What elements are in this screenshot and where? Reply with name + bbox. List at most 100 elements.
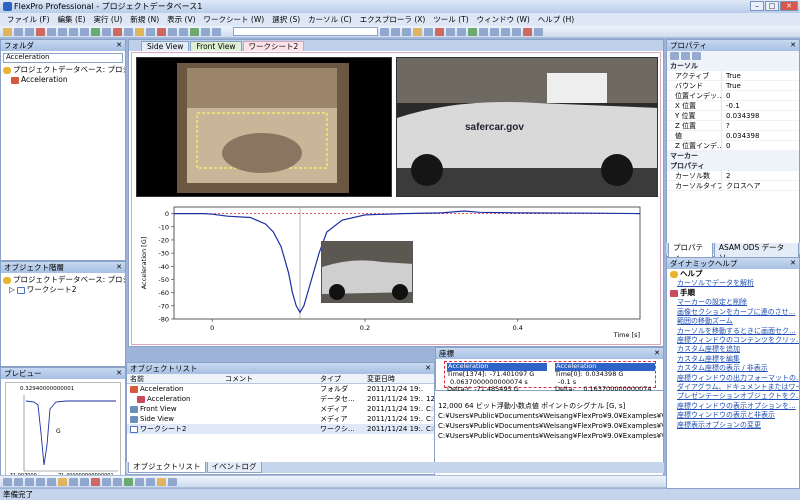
tree-item-acceleration[interactable]: Acceleration (3, 75, 125, 85)
cursor-tool-icon[interactable] (124, 477, 133, 486)
menu-cursor[interactable]: カーソル (C) (304, 14, 355, 25)
procedure-link[interactable]: 座標ウィンドウの表示オプションを... (667, 402, 799, 411)
prop-row[interactable]: 値 0.034398 (667, 131, 799, 141)
view10-icon[interactable] (479, 27, 488, 36)
view6-icon[interactable] (435, 27, 444, 36)
procedure-link[interactable]: カーソルを移動するときに画面セク... (667, 327, 799, 336)
table-icon[interactable] (113, 27, 122, 36)
tab-object-list[interactable]: オブジェクトリスト (128, 462, 206, 473)
redo-icon[interactable] (80, 27, 89, 36)
group-tool-icon[interactable] (102, 477, 111, 486)
sort-alpha-icon[interactable] (681, 52, 690, 60)
view2-icon[interactable] (391, 27, 400, 36)
view1-icon[interactable] (380, 27, 389, 36)
prop-section-property[interactable]: プロパティ (667, 161, 799, 171)
new-icon[interactable] (3, 27, 12, 36)
tab-worksheet2[interactable]: ワークシート2 (242, 41, 305, 51)
close-icon[interactable]: ✕ (790, 258, 796, 269)
color-tool-icon[interactable] (91, 477, 100, 486)
col-extra[interactable] (423, 374, 434, 383)
view14-icon[interactable] (523, 27, 532, 36)
select-tool-icon[interactable] (3, 477, 12, 486)
procedure-link[interactable]: 座標ウィンドウの表示と非表示 (667, 411, 799, 420)
procedure-link[interactable]: カスタム座標を編集 (667, 355, 799, 364)
procedure-link[interactable]: 座標表示オプションの変更 (667, 421, 799, 430)
hierarchy-item-database[interactable]: プロジェクトデータベース: プロジ (3, 275, 125, 285)
table-row[interactable]: Acceleration フォルダ 2011/11/24 19:... (127, 384, 434, 394)
expand-icon[interactable]: ▷ (9, 285, 15, 295)
close-icon[interactable]: ✕ (790, 40, 796, 51)
menu-help[interactable]: ヘルプ (H) (534, 14, 578, 25)
view7-icon[interactable] (446, 27, 455, 36)
copy-icon[interactable] (47, 27, 56, 36)
layout-icon[interactable] (212, 27, 221, 36)
procedure-link[interactable]: ダイアグラム、ドキュメントまたはワー... (667, 383, 799, 392)
toolbar-combo[interactable] (233, 27, 378, 36)
view12-icon[interactable] (501, 27, 510, 36)
front-view-video[interactable]: safercar.gov (396, 57, 658, 197)
sort-category-icon[interactable] (670, 52, 679, 60)
table-row[interactable]: ワークシート2 ワークシ... 2011/11/24 19:... C:¥Use… (127, 424, 434, 434)
prop-section-marker[interactable]: マーカー (667, 151, 799, 161)
close-button[interactable]: ✕ (780, 1, 798, 11)
acceleration-chart[interactable]: 0 -10 -20 -30 -40 -50 -60 -70 -80 0 0.2 0.4 Accelera… (136, 201, 658, 342)
menu-view[interactable]: 表示 (V) (163, 14, 199, 25)
procedure-link[interactable]: 画像セクションをカーブに連のさせ... (667, 308, 799, 317)
text-tool-icon[interactable] (47, 477, 56, 486)
menu-file[interactable]: ファイル (F) (3, 14, 54, 25)
close-icon[interactable]: ✕ (654, 348, 660, 359)
view4-icon[interactable] (413, 27, 422, 36)
formula-icon[interactable] (124, 27, 133, 36)
inset-video[interactable] (321, 241, 413, 303)
col-type[interactable]: タイプ (317, 374, 364, 383)
col-comment[interactable]: コメント (222, 374, 317, 383)
procedure-link[interactable]: カスタム座標を追加 (667, 345, 799, 354)
menu-run[interactable]: 実行 (U) (90, 14, 127, 25)
view5-icon[interactable] (424, 27, 433, 36)
analysis-icon[interactable] (146, 27, 155, 36)
view3-icon[interactable] (402, 27, 411, 36)
undo-icon[interactable] (69, 27, 78, 36)
maximize-button[interactable]: □ (765, 1, 779, 11)
help-link[interactable]: カーソルでデータを解析 (667, 279, 799, 288)
view9-icon[interactable] (468, 27, 477, 36)
folder-icon[interactable] (135, 27, 144, 36)
delete-icon[interactable] (157, 27, 166, 36)
table-row[interactable]: Front View メディア 2011/11/24 19:... C:¥Use… (127, 404, 434, 414)
save-icon[interactable] (25, 27, 34, 36)
ellipse-tool-icon[interactable] (36, 477, 45, 486)
col-name[interactable]: 名前 (127, 374, 222, 383)
align-tool-icon[interactable] (80, 477, 89, 486)
folder-combo[interactable]: Acceleration (3, 53, 123, 63)
view8-icon[interactable] (457, 27, 466, 36)
zoom-tool-icon[interactable] (135, 477, 144, 486)
close-icon[interactable]: ✕ (425, 363, 431, 374)
cursor-icon[interactable] (179, 27, 188, 36)
run-icon[interactable] (91, 27, 100, 36)
menu-new[interactable]: 新規 (N) (126, 14, 163, 25)
prop-section-cursor[interactable]: カーソル (667, 61, 799, 71)
line-tool-icon[interactable] (14, 477, 23, 486)
procedure-link[interactable]: 範囲の移動ズーム (667, 317, 799, 326)
tab-event-log[interactable]: イベントログ (206, 462, 262, 473)
cut-icon[interactable] (36, 27, 45, 36)
prop-row[interactable]: X 位置 -0.1 (667, 101, 799, 111)
table-row[interactable]: Acceleration データセ... 2011/11/24 19:... 1… (127, 394, 434, 404)
procedure-link[interactable]: 座標ウィンドウの出力フォーマットの... (667, 374, 799, 383)
tree-item-database[interactable]: プロジェクトデータベース: プロジェ (3, 65, 125, 75)
measure-tool-icon[interactable] (168, 477, 177, 486)
hierarchy-item-worksheet[interactable]: ▷ ワークシート2 (3, 285, 125, 295)
prop-row[interactable]: Z 位置? (667, 121, 799, 131)
arrow-tool-icon[interactable] (69, 477, 78, 486)
close-icon[interactable]: ✕ (116, 262, 122, 273)
procedure-link[interactable]: カスタム座標の表示 / 非表示 (667, 364, 799, 373)
side-view-video[interactable] (136, 57, 392, 197)
menu-tools[interactable]: ツール (T) (429, 14, 472, 25)
prop-row[interactable]: カーソル数 2 (667, 171, 799, 181)
tab-front-view[interactable]: Front View (190, 41, 242, 51)
prop-row[interactable]: Y 位置 0.034398 (667, 111, 799, 121)
grid-icon[interactable] (201, 27, 210, 36)
menu-window[interactable]: ウィンドウ (W) (473, 14, 534, 25)
prop-row[interactable]: カーソルタイプ クロスヘア (667, 181, 799, 191)
tab-side-view[interactable]: Side View (141, 41, 190, 51)
